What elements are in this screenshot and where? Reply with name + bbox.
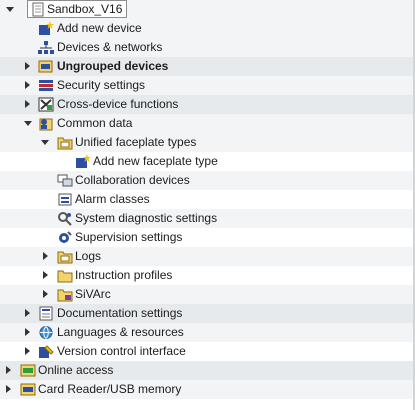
tree-item-label: System diagnostic settings [75, 211, 218, 225]
collapse-toggle-icon[interactable] [24, 121, 32, 126]
card-reader-icon [20, 383, 36, 396]
tree-item-languages-resources[interactable]: Languages & resources [0, 323, 415, 342]
folder-icon [57, 289, 73, 302]
tree-item-label: SiVArc [75, 287, 111, 301]
tree-item-cross-device-functions[interactable]: Cross-device functions [0, 95, 415, 114]
tree-item-label: Cross-device functions [57, 97, 179, 111]
tree-item-label: Add new device [57, 21, 142, 35]
tree-item-label: Card Reader/USB memory [38, 382, 182, 396]
tree-item-label: Security settings [57, 78, 146, 92]
expand-toggle-icon[interactable] [43, 271, 48, 279]
expand-toggle-icon[interactable] [25, 100, 30, 108]
tree-item-label: Version control interface [57, 344, 186, 358]
cross-device-icon [38, 97, 54, 112]
online-access-icon [20, 364, 36, 377]
add-faceplate-icon [76, 154, 91, 168]
collaboration-icon [57, 174, 73, 187]
tree-item-common-data[interactable]: Common data [0, 114, 415, 133]
expand-toggle-icon[interactable] [6, 366, 11, 374]
tree-item-security-settings[interactable]: Security settings [0, 76, 415, 95]
project-tree: Sandbox_V16 Add new device Devices & net… [0, 0, 415, 399]
expand-toggle-icon[interactable] [25, 328, 30, 336]
tree-item-label: Logs [75, 249, 102, 263]
tree-item-label: Unified faceplate types [75, 135, 197, 149]
tree-item-add-new-faceplate-type[interactable]: Add new faceplate type [0, 152, 415, 171]
expand-toggle-icon[interactable] [43, 290, 48, 298]
expand-toggle-icon[interactable] [6, 385, 11, 393]
tree-item-label: Supervision settings [75, 230, 183, 244]
collapse-toggle-icon[interactable] [41, 140, 49, 145]
tree-item-system-diagnostic-settings[interactable]: System diagnostic settings [0, 209, 415, 228]
folder-icon [57, 270, 73, 283]
security-settings-icon [39, 80, 53, 91]
diagnostic-icon [58, 212, 72, 226]
expand-toggle-icon[interactable] [25, 347, 30, 355]
documentation-icon [39, 306, 53, 321]
tree-item-instruction-profiles[interactable]: Instruction profiles [0, 266, 415, 285]
tree-item-label: Devices & networks [57, 40, 163, 54]
tree-item-devices-networks[interactable]: Devices & networks [0, 38, 415, 57]
expand-toggle-icon[interactable] [43, 252, 48, 260]
tree-item-label: Ungrouped devices [57, 59, 169, 73]
common-data-icon [39, 118, 53, 131]
tree-item-logs[interactable]: Logs [0, 247, 415, 266]
version-control-icon [39, 345, 54, 358]
tree-item-supervision-settings[interactable]: Supervision settings [0, 228, 415, 247]
tree-item-label: Common data [57, 116, 133, 130]
tree-item-label: Collaboration devices [75, 173, 190, 187]
tree-item-add-new-device[interactable]: Add new device [0, 19, 415, 38]
tree-item-documentation-settings[interactable]: Documentation settings [0, 304, 415, 323]
add-device-icon [39, 21, 54, 35]
supervision-icon [59, 231, 72, 243]
expand-toggle-icon[interactable] [25, 62, 30, 70]
tree-item-ungrouped-devices[interactable]: Ungrouped devices [0, 57, 415, 76]
expand-toggle-icon[interactable] [25, 309, 30, 317]
tree-item-label: Sandbox_V16 [47, 2, 123, 16]
expand-toggle-icon[interactable] [25, 81, 30, 89]
tree-item-version-control-interface[interactable]: Version control interface [0, 342, 415, 361]
tree-item-label: Documentation settings [57, 306, 183, 320]
tree-item-label: Alarm classes [75, 192, 150, 206]
tree-item-card-reader-usb[interactable]: Card Reader/USB memory [0, 380, 415, 399]
alarm-classes-icon [58, 193, 72, 206]
folder-icon [57, 251, 73, 264]
tree-item-root[interactable]: Sandbox_V16 [0, 0, 415, 19]
tree-item-label: Instruction profiles [75, 268, 173, 282]
project-icon [32, 2, 44, 17]
tree-item-online-access[interactable]: Online access [0, 361, 415, 380]
tree-item-label: Languages & resources [57, 325, 184, 339]
tree-item-collaboration-devices[interactable]: Collaboration devices [0, 171, 415, 190]
languages-icon [39, 326, 53, 339]
tree-item-alarm-classes[interactable]: Alarm classes [0, 190, 415, 209]
network-icon [38, 41, 54, 54]
tree-item-unified-faceplate-types[interactable]: Unified faceplate types [0, 133, 415, 152]
folder-icon [57, 137, 73, 150]
collapse-toggle-icon[interactable] [6, 7, 14, 12]
tree-item-label: Online access [38, 363, 114, 377]
tree-item-sivarc[interactable]: SiVArc [0, 285, 415, 304]
ungrouped-devices-icon [38, 60, 53, 73]
tree-item-label: Add new faceplate type [93, 154, 218, 168]
